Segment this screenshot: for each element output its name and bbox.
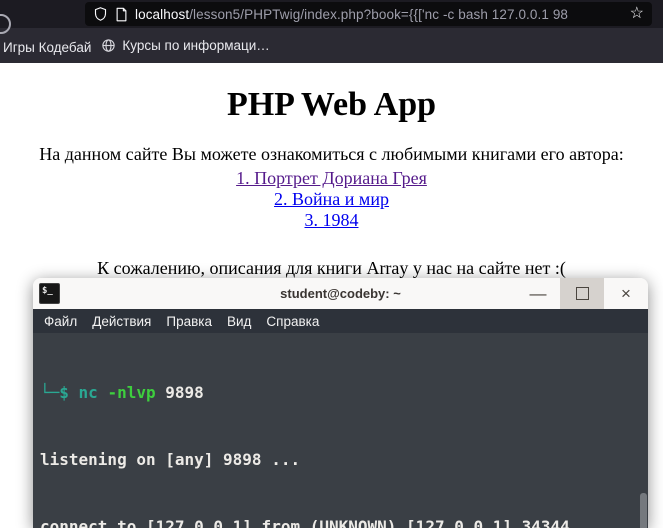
intro-text: На данном сайте Вы можете ознакомиться с… [39,144,624,164]
no-description-message: К сожалению, описания для книги Array у … [97,258,566,278]
url-host: localhost [135,6,190,22]
terminal-output[interactable]: └─$ nc -nlvp 9898 listening on [any] 989… [33,333,648,528]
url-fade [588,6,623,22]
terminal-prompt-line: └─$ nc -nlvp 9898 [40,382,634,404]
command-args: -nlvp [107,382,156,402]
bookmark-label: Курсы по информаци… [122,38,270,53]
terminal-menubar: Файл Действия Правка Вид Справка [33,309,648,333]
url-input[interactable]: localhost/lesson5/PHPTwig/index.php?book… [135,6,623,22]
book-link-2[interactable]: 2. Война и мир [0,189,663,210]
menu-edit[interactable]: Правка [166,314,212,329]
terminal-window: $_ student@codeby: ~ — × Файл Действия П… [33,278,648,528]
bookmark-star-icon[interactable]: ☆ [630,6,644,22]
bookmarks-bar: Игры Кодебай Курсы по информаци… [0,28,663,63]
page-icon[interactable] [115,7,128,22]
shield-icon[interactable] [93,6,108,22]
menu-view[interactable]: Вид [227,314,251,329]
book-links: 1. Портрет Дориана Грея 2. Война и мир 3… [0,168,663,231]
command-port: 9898 [165,382,204,402]
minimize-button[interactable]: — [516,278,560,309]
globe-icon [102,39,116,52]
window-controls: — × [516,278,648,309]
maximize-icon [575,287,589,300]
book-link-3[interactable]: 3. 1984 [0,210,663,231]
bookmark-item-games[interactable]: Игры Кодебай [3,40,91,55]
book-link-1[interactable]: 1. Портрет Дориана Грея [0,168,663,189]
url-path: /lesson5/PHPTwig/index.php?book={{['nc -… [189,6,569,22]
menu-actions[interactable]: Действия [92,314,151,329]
terminal-line: listening on [any] 9898 ... [40,450,301,470]
bookmark-item-courses[interactable]: Курсы по информаци… [101,38,270,53]
prompt-symbol: └─$ [40,382,69,402]
url-bar[interactable]: localhost/lesson5/PHPTwig/index.php?book… [85,2,652,26]
browser-toolbar: localhost/lesson5/PHPTwig/index.php?book… [0,0,663,34]
terminal-titlebar[interactable]: $_ student@codeby: ~ — × [33,278,648,309]
terminal-scrollbar[interactable] [640,493,647,528]
command-nc: nc [78,382,98,402]
menu-file[interactable]: Файл [44,314,77,329]
page-title: PHP Web App [226,86,437,123]
close-button[interactable]: × [604,278,648,309]
menu-help[interactable]: Справка [266,314,319,329]
bookmark-label: Игры Кодебай [3,40,92,55]
terminal-line: connect to [127.0.0.1] from (UNKNOWN) [1… [40,517,570,528]
maximize-button[interactable] [560,278,604,309]
